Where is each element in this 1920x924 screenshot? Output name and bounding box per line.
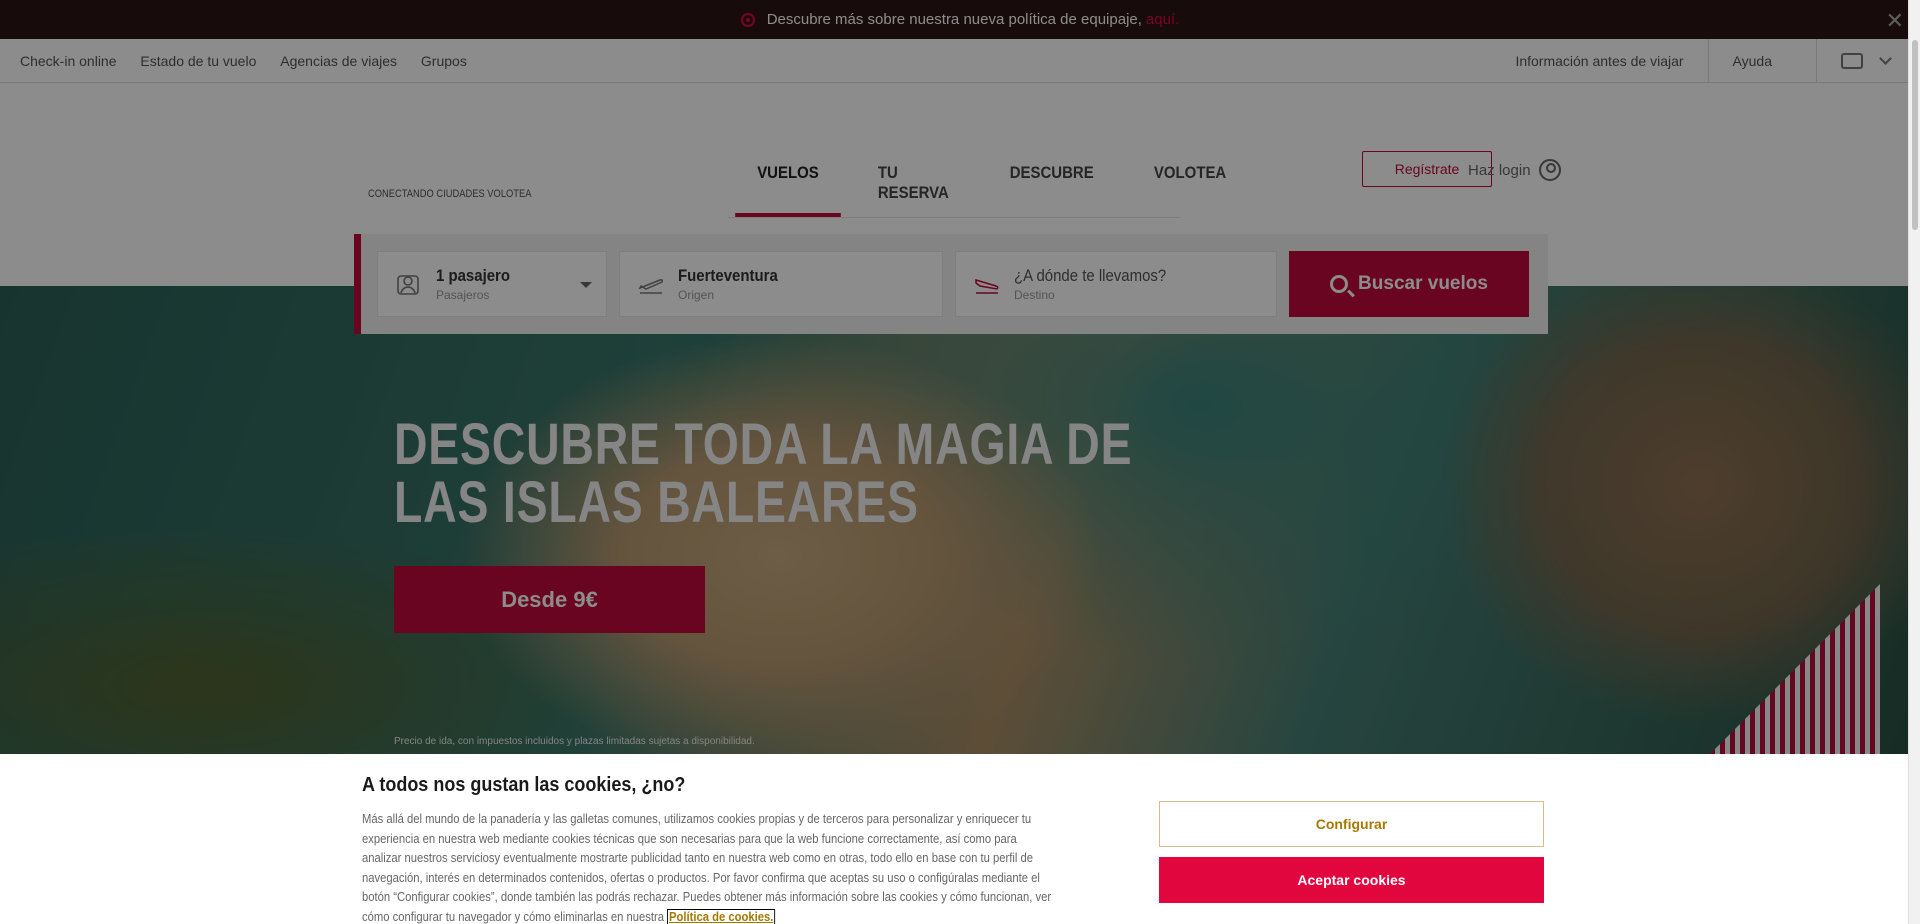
checkin-link[interactable]: Check-in online xyxy=(20,53,117,69)
landing-icon xyxy=(974,274,999,294)
tab-flights[interactable]: VUELOS xyxy=(735,163,841,217)
banner-text: Descubre más sobre nuestra nueva polític… xyxy=(766,11,1142,28)
accept-cookies-button[interactable]: Aceptar cookies xyxy=(1159,857,1544,903)
cookie-title: A todos nos gustan las cookies, ¿no? xyxy=(362,774,686,796)
banner-link[interactable]: aquí. xyxy=(1146,11,1179,28)
search-icon xyxy=(1330,275,1349,293)
takeoff-icon xyxy=(638,274,663,294)
flight-search-box: 1 pasajero Pasajeros Fuerteventura Orige… xyxy=(354,234,1548,334)
passenger-icon xyxy=(396,274,420,295)
utility-bar: Check-in online Estado de tu vuelo Agenc… xyxy=(0,39,1920,83)
groups-link[interactable]: Grupos xyxy=(421,53,467,69)
user-icon xyxy=(1538,159,1561,181)
tab-discover[interactable]: DESCUBRE xyxy=(987,163,1115,217)
language-icon xyxy=(1841,52,1863,69)
passengers-field[interactable]: 1 pasajero Pasajeros xyxy=(377,251,607,317)
hero-title: DESCUBRE TODA LA MAGIA DE LAS ISLAS BALE… xyxy=(394,412,1133,535)
help-link[interactable]: Ayuda xyxy=(1707,39,1816,82)
cookie-policy-link[interactable]: Política de cookies. xyxy=(667,908,776,924)
chevron-down-icon xyxy=(1879,51,1892,65)
alert-icon xyxy=(740,12,755,27)
scrollbar-thumb[interactable] xyxy=(1912,40,1918,230)
cookie-body: Más allá del mundo de la panadería y las… xyxy=(362,812,1052,924)
caret-down-icon xyxy=(580,282,592,288)
announcement-banner: Descubre más sobre nuestra nueva polític… xyxy=(0,0,1920,39)
login-label: Haz login xyxy=(1468,161,1531,179)
search-button-label: Buscar vuelos xyxy=(1358,273,1488,294)
language-selector[interactable] xyxy=(1816,39,1920,82)
tab-booking[interactable]: TU RESERVA xyxy=(856,163,971,217)
login-link[interactable]: Haz login xyxy=(1468,159,1561,181)
utility-links: Check-in online Estado de tu vuelo Agenc… xyxy=(0,53,467,69)
destination-field[interactable]: ¿A dónde te llevamos? Destino xyxy=(955,251,1277,317)
main-nav: VUELOS TU RESERVA DESCUBRE VOLOTEA xyxy=(728,163,1226,218)
configure-cookies-button[interactable]: Configurar xyxy=(1159,801,1544,847)
cookie-consent-panel: A todos nos gustan las cookies, ¿no? Más… xyxy=(0,754,1908,924)
travel-agencies-link[interactable]: Agencias de viajes xyxy=(280,53,397,69)
page-scrollbar[interactable] xyxy=(1908,0,1920,924)
destination-placeholder: ¿A dónde te llevamos? xyxy=(1014,266,1167,285)
tab-volotea[interactable]: VOLOTEA xyxy=(1132,163,1248,217)
origin-value: Fuerteventura xyxy=(678,266,778,285)
passengers-value: 1 pasajero xyxy=(436,266,511,285)
close-icon[interactable]: ✕ xyxy=(1886,8,1904,34)
tagline: CONECTANDO CIUDADES VOLOTEA xyxy=(368,188,532,200)
origin-label: Origen xyxy=(678,288,715,302)
utility-right: Información antes de viajar Ayuda xyxy=(1491,39,1920,82)
passengers-label: Pasajeros xyxy=(436,288,490,302)
price-cta-button[interactable]: Desde 9€ xyxy=(394,566,705,633)
travel-info-link[interactable]: Información antes de viajar xyxy=(1491,39,1707,82)
price-disclaimer: Precio de ida, con impuestos incluidos y… xyxy=(394,736,755,747)
flight-status-link[interactable]: Estado de tu vuelo xyxy=(140,53,256,69)
origin-field[interactable]: Fuerteventura Origen xyxy=(619,251,943,317)
search-flights-button[interactable]: Buscar vuelos xyxy=(1289,251,1529,317)
destination-label: Destino xyxy=(1014,288,1055,302)
hero-banner: DESCUBRE TODA LA MAGIA DE LAS ISLAS BALE… xyxy=(0,286,1920,754)
